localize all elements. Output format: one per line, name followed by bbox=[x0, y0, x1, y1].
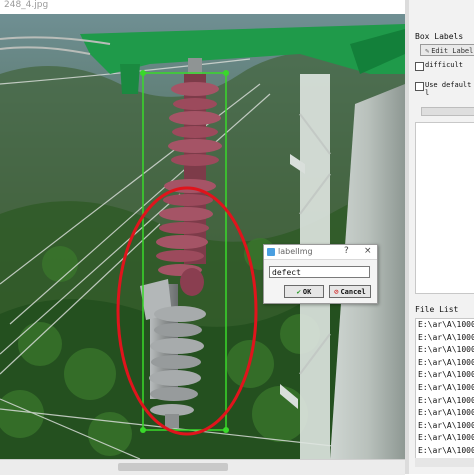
file-list-item[interactable]: E:\ar\A\1000Insu bbox=[416, 357, 474, 370]
use-default-label-text: Use default l bbox=[425, 81, 472, 97]
image-filename: 248_4.jpg bbox=[4, 0, 49, 10]
image-canvas[interactable] bbox=[0, 14, 405, 459]
horizontal-scrollbar[interactable] bbox=[0, 459, 405, 475]
app-icon bbox=[267, 248, 275, 256]
file-list-item[interactable]: E:\ar\A\1000Insu bbox=[416, 407, 474, 420]
box-labels-header: Box Labels bbox=[415, 32, 464, 41]
file-list-item[interactable]: E:\ar\A\1000Insu bbox=[416, 382, 474, 395]
help-button[interactable]: ? bbox=[344, 246, 349, 256]
close-button[interactable]: × bbox=[364, 246, 372, 256]
file-list-item[interactable]: E:\ar\A\1000Insu bbox=[416, 420, 474, 433]
cancel-button[interactable]: ⊘ Cancel bbox=[329, 285, 371, 298]
check-icon: ✔ bbox=[296, 288, 301, 296]
dialog-title-bar: labelImg ? × bbox=[264, 245, 377, 260]
label-list[interactable] bbox=[415, 122, 474, 294]
edit-label-text: Edit Label bbox=[431, 47, 474, 55]
file-list-item[interactable]: E:\ar\A\1000Insu bbox=[416, 332, 474, 345]
default-label-input[interactable] bbox=[421, 107, 474, 116]
ok-button[interactable]: ✔ OK bbox=[284, 285, 324, 298]
difficult-label: difficult bbox=[425, 61, 463, 69]
file-list-item[interactable]: E:\ar\A\1000Insu bbox=[416, 432, 474, 445]
difficult-checkbox[interactable] bbox=[415, 62, 424, 71]
file-list-item[interactable]: E:\ar\A\1000Insu bbox=[416, 344, 474, 357]
ok-button-label: OK bbox=[302, 288, 312, 296]
label-dialog: labelImg ? × defect ✔ OK ⊘ Cancel bbox=[263, 244, 378, 304]
scrollbar-thumb[interactable] bbox=[118, 463, 228, 471]
pencil-icon: ✎ bbox=[425, 47, 430, 55]
crossarm-strut bbox=[120, 64, 140, 94]
dialog-title: labelImg bbox=[278, 247, 313, 256]
right-panel: Box Labels ✎ Edit Label difficult Use def… bbox=[409, 0, 474, 474]
file-list[interactable]: E:\ar\A\1000Insu E:\ar\A\1000Insu E:\ar\… bbox=[415, 318, 474, 460]
file-list-item[interactable]: E:\ar\A\1000Insu bbox=[416, 369, 474, 382]
file-list-scrollbar[interactable] bbox=[415, 458, 474, 467]
image-title-bar: 248_4.jpg bbox=[0, 0, 410, 14]
insulator-photo bbox=[0, 14, 405, 459]
edit-label-button[interactable]: ✎ Edit Label bbox=[420, 44, 474, 56]
use-default-label-checkbox[interactable] bbox=[415, 82, 424, 91]
label-input[interactable]: defect bbox=[269, 266, 370, 278]
file-list-item[interactable]: E:\ar\A\1000Insu bbox=[416, 445, 474, 458]
cancel-button-label: Cancel bbox=[340, 288, 366, 296]
cancel-icon: ⊘ bbox=[334, 288, 339, 296]
file-list-item[interactable]: E:\ar\A\1000Insu bbox=[416, 395, 474, 408]
file-list-header: File List bbox=[415, 305, 459, 314]
file-list-item[interactable]: E:\ar\A\1000Insu bbox=[416, 319, 474, 332]
